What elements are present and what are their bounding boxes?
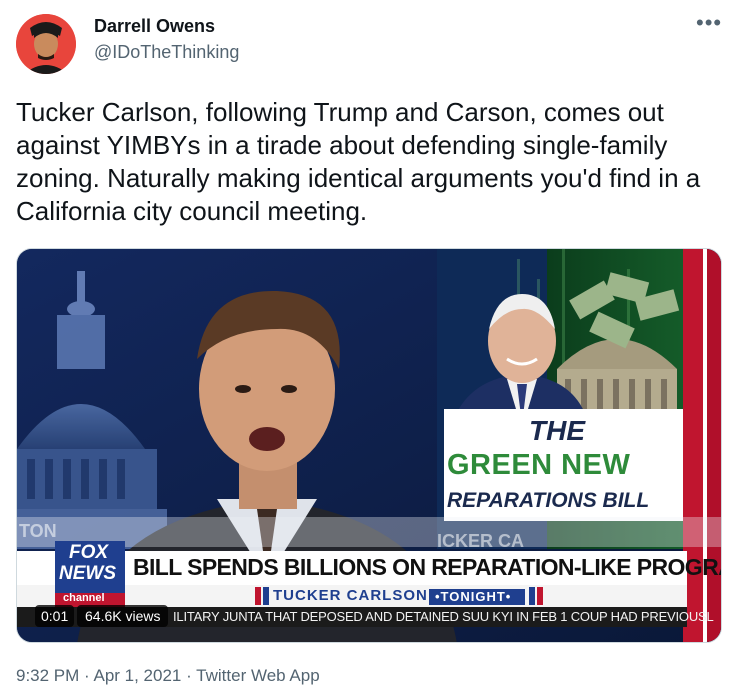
show-tag: •TONIGHT• bbox=[435, 589, 512, 604]
graphic-line-2: GREEN NEW bbox=[447, 449, 631, 481]
lower-third-headline: BILL SPENDS BILLIONS ON REPARATION-LIKE … bbox=[133, 554, 722, 580]
graphic-line-3: REPARATIONS BILL bbox=[447, 489, 650, 512]
avatar[interactable] bbox=[16, 14, 76, 74]
video-frame bbox=[17, 249, 721, 642]
tweet-text: Tucker Carlson, following Trump and Cars… bbox=[16, 97, 701, 226]
video-view-count: 64.6K views bbox=[77, 605, 169, 627]
network-logo-line-2: NEWS bbox=[59, 563, 116, 584]
author-handle[interactable]: @IDoTheThinking bbox=[94, 42, 239, 63]
author-name[interactable]: Darrell Owens bbox=[94, 16, 215, 37]
video-timestamp: 0:01 bbox=[35, 605, 75, 627]
bg-text-left: TON bbox=[19, 521, 57, 541]
news-ticker: ILITARY JUNTA THAT DEPOSED AND DETAINED … bbox=[173, 609, 714, 624]
tweet-timestamp[interactable]: 9:32 PM · Apr 1, 2021 · Twitter Web App bbox=[16, 666, 320, 686]
more-horizontal-icon[interactable]: ••• bbox=[696, 10, 722, 36]
bg-text-right: ICKER CA bbox=[437, 531, 525, 551]
video-player[interactable]: THE GREEN NEW REPARATIONS BILL TON ICKER… bbox=[16, 248, 722, 643]
show-name: TUCKER CARLSON bbox=[273, 587, 428, 604]
graphic-line-1: THE bbox=[529, 415, 585, 446]
network-logo-line-1: FOX bbox=[69, 542, 109, 563]
network-logo-line-3: channel bbox=[63, 592, 105, 604]
tweet-card: Darrell Owens @IDoTheThinking ••• Tucker… bbox=[0, 0, 740, 699]
